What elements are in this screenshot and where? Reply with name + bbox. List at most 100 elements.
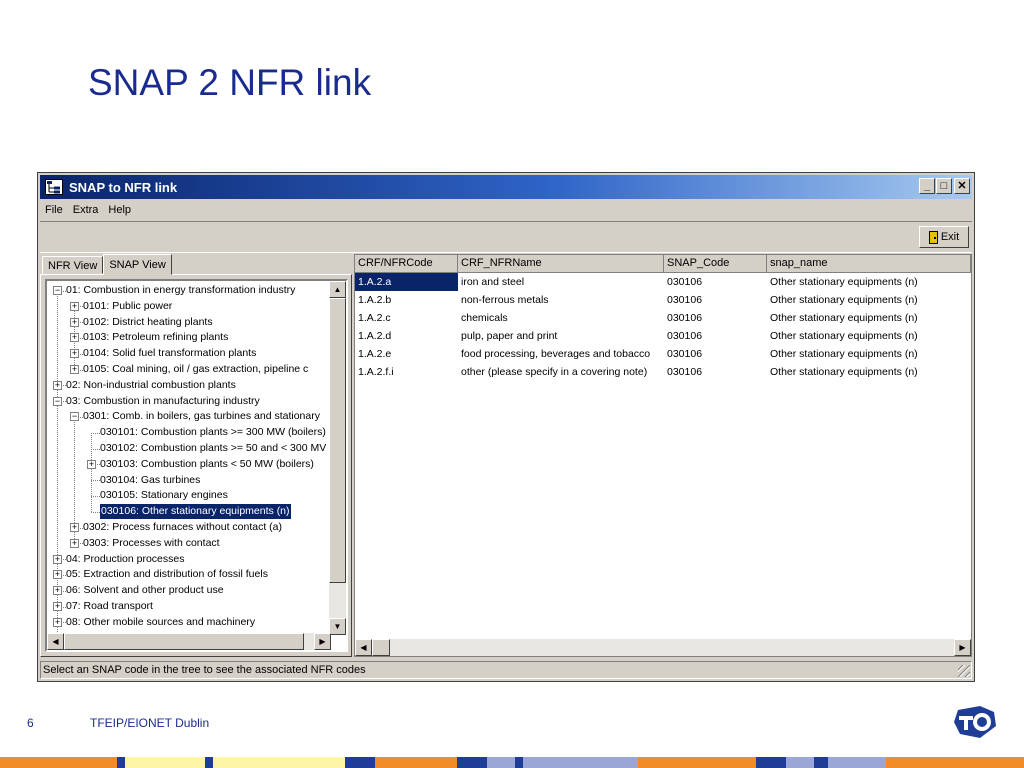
tree-node[interactable]: +02: Non-industrial combustion plants: [47, 378, 331, 393]
tree-node[interactable]: +0302: Process furnaces without contact …: [47, 520, 331, 535]
view-tabs: NFR View SNAP View: [42, 254, 172, 275]
tree-expand-icon[interactable]: +: [70, 333, 79, 343]
tree-expand-icon[interactable]: +: [53, 380, 62, 390]
tree-node[interactable]: +0103: Petroleum refining plants: [47, 330, 331, 345]
grid-scroll-left-icon[interactable]: ◀: [355, 639, 372, 656]
tree-expand-icon[interactable]: +: [53, 602, 62, 611]
table-row[interactable]: 1.A.2.f.i other (please specify in a cove…: [355, 363, 971, 381]
tree-hscroll-thumb[interactable]: [64, 633, 304, 650]
table-cell: 1.A.2.c: [358, 312, 391, 324]
tree-expand-icon[interactable]: +: [70, 365, 79, 374]
scroll-left-icon[interactable]: ◀: [47, 633, 64, 650]
tree-node[interactable]: +0105: Coal mining, oil / gas extraction…: [47, 362, 331, 377]
stripe-segment: [125, 757, 205, 768]
tree-node[interactable]: 030105: Stationary engines: [47, 488, 331, 503]
grid-scroll-right-icon[interactable]: ▶: [954, 639, 971, 656]
stripe-segment: [457, 757, 487, 768]
menu-help[interactable]: Help: [103, 204, 136, 216]
tree-node[interactable]: +0102: District heating plants: [47, 315, 331, 330]
tree-expand-icon[interactable]: +: [53, 570, 62, 580]
table-cell: 1.A.2.e: [358, 348, 392, 360]
resize-grip-icon[interactable]: [958, 665, 970, 677]
footer-color-stripe: [0, 757, 1024, 768]
maximize-button[interactable]: □: [936, 178, 952, 194]
grid-column-header[interactable]: SNAP_Code: [664, 255, 767, 273]
table-row[interactable]: 1.A.2.d pulp, paper and print 030106 Other …: [355, 327, 971, 345]
window-titlebar[interactable]: SNAP to NFR link _ □ ✕: [40, 175, 972, 199]
close-button[interactable]: ✕: [954, 178, 970, 194]
tree-scroll-thumb[interactable]: [329, 298, 346, 583]
tree-expand-icon[interactable]: +: [70, 301, 79, 311]
grid-column-header[interactable]: snap_name: [767, 255, 971, 273]
stripe-segment: [515, 757, 523, 768]
tree-node[interactable]: +08: Other mobile sources and machinery: [47, 615, 331, 630]
tree-expand-icon[interactable]: +: [53, 586, 62, 596]
tree-expand-icon[interactable]: +: [53, 554, 62, 564]
tree-node-label: 0105: Coal mining, oil / gas extraction,…: [83, 363, 309, 375]
status-bar: Select an SNAP code in the tree to see t…: [40, 661, 972, 679]
tree-node[interactable]: −03: Combustion in manufacturing industr…: [47, 394, 331, 409]
tree-node[interactable]: +030103: Combustion plants < 50 MW (boil…: [47, 457, 331, 472]
tree-node[interactable]: +06: Solvent and other product use: [47, 583, 331, 598]
stripe-segment: [487, 757, 515, 768]
tree-node[interactable]: +0104: Solid fuel transformation plants: [47, 346, 331, 361]
tree-node[interactable]: +07: Road transport: [47, 599, 331, 614]
scroll-right-icon[interactable]: ▶: [314, 633, 331, 650]
grid-column-header[interactable]: CRF/NFRCode: [355, 255, 458, 273]
table-cell: 1.A.2.a: [355, 273, 458, 291]
tree-node[interactable]: 030106: Other stationary equipments (n): [47, 503, 331, 521]
scroll-up-icon[interactable]: ▲: [329, 281, 346, 298]
tree-expand-icon[interactable]: +: [70, 317, 79, 327]
table-cell: iron and steel: [461, 276, 525, 288]
stripe-segment: [814, 757, 828, 768]
table-cell: 030106: [667, 294, 703, 306]
stripe-segment: [375, 757, 457, 768]
table-cell: Other stationary equipments (n): [770, 348, 918, 360]
stripe-segment: [0, 757, 117, 768]
tree-vertical-scrollbar[interactable]: ▲ ▼: [329, 281, 346, 635]
tree-expand-icon[interactable]: +: [70, 523, 79, 532]
grid-horizontal-scrollbar[interactable]: ◀ ▶: [355, 639, 971, 656]
tree-node[interactable]: −01: Combustion in energy transformation…: [47, 283, 331, 298]
tree-node-label: 08: Other mobile sources and machinery: [66, 615, 256, 628]
tree-collapse-icon[interactable]: −: [70, 412, 79, 422]
tree-node[interactable]: 030102: Combustion plants >= 50 and < 30…: [47, 441, 331, 456]
table-row[interactable]: 1.A.2.c chemicals 030106 Other stationary e…: [355, 309, 971, 327]
tree-collapse-icon[interactable]: −: [53, 286, 62, 295]
table-row[interactable]: 1.A.2.b non-ferrous metals 030106 Other sta…: [355, 291, 971, 309]
grid-column-header[interactable]: CRF_NFRName: [458, 255, 664, 273]
table-cell: Other stationary equipments (n): [770, 330, 918, 342]
nfr-grid[interactable]: CRF/NFRCode CRF_NFRName SNAP_Code snap_n…: [354, 254, 972, 657]
table-row[interactable]: 1.A.2.e food processing, beverages and to…: [355, 345, 971, 363]
menu-extra[interactable]: Extra: [68, 204, 104, 216]
grid-hscroll-thumb[interactable]: [372, 639, 390, 656]
tree-node-label: 0303: Processes with contact: [83, 536, 220, 549]
stripe-segment: [117, 757, 125, 768]
tab-nfr-view[interactable]: NFR View: [42, 256, 104, 274]
tree-node-label: 030102: Combustion plants >= 50 and < 30…: [100, 442, 327, 454]
snap-tree[interactable]: −01: Combustion in energy transformation…: [45, 279, 348, 652]
tree-horizontal-scrollbar[interactable]: ◀ ▶: [47, 633, 331, 650]
tree-node[interactable]: 030101: Combustion plants >= 300 MW (boi…: [47, 425, 331, 440]
tree-node[interactable]: 030104: Gas turbines: [47, 473, 331, 488]
minimize-button[interactable]: _: [919, 178, 935, 194]
tree-node[interactable]: −0301: Comb. in boilers, gas turbines an…: [47, 409, 331, 424]
tree-expand-icon[interactable]: +: [70, 538, 79, 548]
stripe-segment: [756, 757, 786, 768]
tree-node[interactable]: +05: Extraction and distribution of foss…: [47, 567, 331, 582]
tree-node-label: 0302: Process furnaces without contact (…: [83, 521, 283, 533]
scroll-down-icon[interactable]: ▼: [329, 618, 346, 635]
tree-collapse-icon[interactable]: −: [53, 396, 62, 406]
exit-button[interactable]: Exit: [919, 226, 969, 248]
table-cell: 030106: [667, 366, 703, 378]
menu-file[interactable]: File: [40, 204, 68, 216]
table-row[interactable]: 1.A.2.a iron and steel 030106 Other station…: [355, 273, 971, 291]
tree-node-label: 0301: Comb. in boilers, gas turbines and…: [83, 410, 320, 423]
tree-node[interactable]: +04: Production processes: [47, 552, 331, 567]
tree-expand-icon[interactable]: +: [87, 459, 96, 469]
tree-node[interactable]: +0303: Processes with contact: [47, 536, 331, 551]
tree-expand-icon[interactable]: +: [70, 349, 79, 359]
tab-snap-view[interactable]: SNAP View: [103, 254, 172, 275]
tree-expand-icon[interactable]: +: [53, 617, 62, 627]
tree-node[interactable]: +0101: Public power: [47, 299, 331, 314]
